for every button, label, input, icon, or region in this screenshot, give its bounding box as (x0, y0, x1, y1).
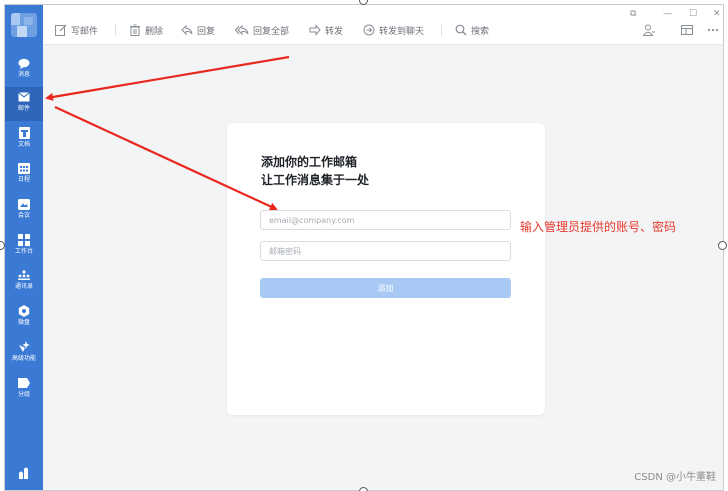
forward-icon (309, 24, 321, 36)
sidebar-item-label: 会议 (17, 212, 30, 219)
maximize-icon[interactable]: ☐ (689, 9, 697, 19)
sidebar-item-label: 工作台 (14, 248, 33, 255)
add-button[interactable]: 添加 (260, 278, 511, 298)
contacts-icon (18, 269, 30, 281)
resize-handle-right[interactable] (718, 241, 727, 250)
card-title-line1: 添加你的工作邮箱 (261, 155, 358, 169)
contact-person-button[interactable] (643, 23, 655, 37)
search-icon (455, 24, 467, 36)
sidebar-item-label: 高级功能 (11, 355, 36, 362)
close-icon[interactable]: ✕ (713, 9, 721, 19)
add-mailbox-card: 添加你的工作邮箱 让工作消息集于一处 添加 (227, 123, 545, 415)
minimize-icon[interactable]: — (663, 9, 672, 19)
mail-icon (18, 91, 30, 103)
sidebar-item-label: 微盘 (17, 319, 30, 326)
advanced-icon (18, 341, 30, 353)
reply-all-icon (235, 24, 249, 36)
email-input[interactable] (260, 210, 511, 230)
meeting-icon (18, 198, 30, 210)
sidebar: 消息 邮件 文档 日程 会议 工作台 通讯录 微盘 高级功能 分组 (5, 5, 43, 490)
sidebar-item-messages[interactable]: 消息 (5, 53, 43, 87)
more-dots-icon (707, 28, 719, 32)
layout-icon (681, 25, 693, 35)
restore-window-icon[interactable]: ⧉ (630, 9, 636, 19)
sidebar-item-workbench[interactable]: 工作台 (5, 230, 43, 264)
card-title-line2: 让工作消息集于一处 (261, 173, 370, 187)
chat-forward-icon (363, 24, 375, 36)
reply-icon (181, 24, 193, 36)
person-icon (643, 24, 655, 36)
sidebar-item-label: 日程 (17, 176, 30, 183)
drive-icon (18, 305, 30, 317)
sidebar-item-label: 消息 (17, 71, 30, 78)
watermark: CSDN @小牛董鞋 (634, 472, 716, 483)
sidebar-bottom-app-icon[interactable] (5, 463, 43, 490)
resize-handle-bottom[interactable] (359, 487, 368, 491)
document-icon (18, 127, 30, 139)
sidebar-item-advanced[interactable]: 高级功能 (5, 337, 43, 371)
sidebar-item-label: 分组 (17, 391, 30, 398)
forward-button[interactable]: 转发 (309, 23, 343, 37)
chat-bubble-icon (18, 57, 30, 69)
sidebar-item-mail[interactable]: 邮件 (5, 87, 43, 121)
layout-toggle-button[interactable] (681, 23, 693, 37)
annotation-text: 输入管理员提供的账号、密码 (520, 220, 677, 234)
avatar[interactable] (11, 13, 37, 37)
sidebar-item-group[interactable]: 分组 (5, 373, 43, 407)
compose-icon (55, 24, 67, 36)
calendar-icon (18, 162, 30, 174)
reply-button[interactable]: 回复 (181, 23, 215, 37)
bar-chart-icon (18, 467, 30, 479)
mail-toolbar: 写邮件 删除 回复 回复全部 转发 转发到聊天 搜索 ⧉ — ☐ ✕ (43, 5, 723, 45)
sidebar-item-meeting[interactable]: 会议 (5, 194, 43, 228)
compose-button[interactable]: 写邮件 (55, 23, 98, 37)
sidebar-item-label: 通讯录 (14, 283, 33, 290)
sidebar-item-drive[interactable]: 微盘 (5, 301, 43, 335)
password-input[interactable] (260, 241, 511, 261)
delete-button[interactable]: 删除 (129, 23, 163, 37)
workbench-icon (18, 234, 30, 246)
more-button[interactable] (707, 23, 719, 37)
app-window: 消息 邮件 文档 日程 会议 工作台 通讯录 微盘 高级功能 分组 写邮件 删除… (4, 4, 724, 491)
trash-icon (130, 24, 140, 36)
sidebar-item-label: 文档 (17, 141, 30, 148)
sidebar-item-label: 邮件 (17, 105, 30, 112)
search-button[interactable]: 搜索 (455, 23, 489, 37)
sidebar-item-contacts[interactable]: 通讯录 (5, 265, 43, 299)
sidebar-item-docs[interactable]: 文档 (5, 123, 43, 157)
reply-all-button[interactable]: 回复全部 (235, 23, 289, 37)
sidebar-item-calendar[interactable]: 日程 (5, 158, 43, 192)
group-icon (18, 377, 30, 389)
forward-to-chat-button[interactable]: 转发到聊天 (363, 23, 424, 37)
